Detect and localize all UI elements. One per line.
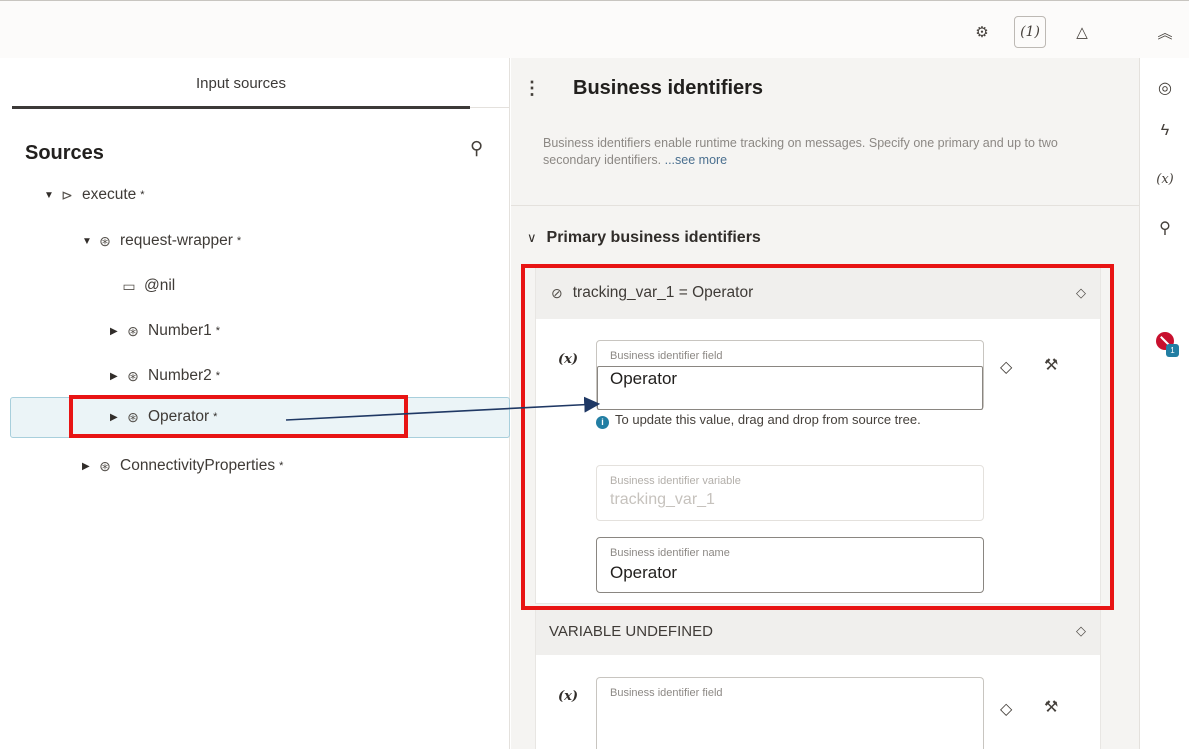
caret-down-icon[interactable]: ▼ (82, 236, 96, 247)
tree-node-label: execute (82, 186, 137, 203)
sources-title: Sources (25, 142, 104, 164)
panel-title: Business identifiers (573, 77, 764, 99)
top-toolbar: ⚙ (1) △ ︽ (0, 0, 1189, 58)
see-more-link[interactable]: ...see more (665, 153, 728, 167)
variables-rail-button[interactable]: (x) (1154, 172, 1176, 187)
kebab-menu-icon[interactable]: ⋮ (523, 78, 541, 99)
annotation-box-operator (69, 395, 408, 438)
tree-node-connectivityproperties[interactable]: ▶ ⊛ ConnectivityProperties * (82, 446, 283, 486)
caret-right-icon[interactable]: ▶ (82, 461, 96, 472)
tab-divider (470, 107, 510, 108)
count-badge: 1 (1166, 344, 1179, 357)
eraser-icon[interactable]: ◇ (1000, 699, 1012, 719)
tree-node-label: @nil (144, 277, 176, 294)
required-marker: * (140, 189, 145, 201)
required-marker: * (236, 235, 242, 247)
element-icon: ⊛ (99, 232, 111, 249)
variables-button[interactable]: (1) (1014, 16, 1046, 48)
description-text: Business identifiers enable runtime trac… (543, 136, 1058, 167)
business-identifier-field[interactable]: Business identifier field (596, 677, 984, 749)
caret-down-icon[interactable]: ▼ (44, 190, 58, 201)
caret-right-icon[interactable]: ▶ (110, 326, 124, 337)
tree-node-nil[interactable]: ▭ @nil (120, 266, 175, 306)
tree-node-label: request-wrapper (120, 232, 233, 249)
required-marker: * (279, 460, 284, 472)
lightning-icon[interactable]: ϟ (1154, 122, 1176, 140)
right-icon-rail: ◎ ϟ (x) ⚲ 1 (1139, 58, 1189, 749)
element-icon: ⊛ (127, 322, 139, 339)
tree-node-label: Number2 (148, 367, 212, 384)
element-icon: ⊛ (99, 457, 111, 474)
chevron-down-icon[interactable]: ∨ (527, 230, 537, 246)
caret-right-icon[interactable]: ▶ (110, 371, 124, 382)
card-header[interactable]: VARIABLE UNDEFINED ◇ (536, 607, 1100, 655)
required-marker: * (215, 325, 221, 337)
tree-node-label: ConnectivityProperties (120, 457, 276, 474)
double-chevron-up-icon[interactable]: ︽ (1149, 16, 1181, 48)
card-header-label: VARIABLE UNDEFINED (549, 622, 713, 640)
search-icon[interactable]: ⚲ (470, 138, 483, 159)
divider (511, 205, 1139, 206)
tree-node-label: Number1 (148, 322, 212, 339)
panel-description: Business identifiers enable runtime trac… (543, 135, 1063, 169)
eraser-icon[interactable]: ◇ (1076, 623, 1086, 639)
target-icon[interactable]: ◎ (1154, 78, 1176, 98)
element-icon: ⊛ (127, 367, 139, 384)
tree-node-number1[interactable]: ▶ ⊛ Number1 * (110, 311, 220, 351)
search-icon[interactable]: ⚲ (1154, 218, 1176, 238)
tree-node-execute[interactable]: ▼ ⊳ execute * (44, 175, 145, 215)
identifier-card-2: VARIABLE UNDEFINED ◇ (x) Business identi… (535, 606, 1101, 749)
tree-node-number2[interactable]: ▶ ⊛ Number2 * (110, 356, 220, 396)
fx-label: (x) (558, 689, 579, 704)
gear-icon[interactable]: ⚙ (966, 16, 998, 48)
operation-icon: ⊳ (61, 186, 73, 203)
annotation-box-identifier (521, 264, 1114, 610)
warning-triangle-icon[interactable]: △ (1066, 16, 1098, 48)
section-primary-identifiers[interactable]: ∨ Primary business identifiers (527, 229, 761, 247)
attribute-icon: ▭ (122, 277, 136, 294)
required-marker: * (215, 370, 221, 382)
section-title: Primary business identifiers (546, 229, 761, 246)
tree-node-request-wrapper[interactable]: ▼ ⊛ request-wrapper * (82, 221, 241, 261)
tab-input-sources[interactable]: Input sources (12, 58, 470, 109)
mapper-tools-icon[interactable]: ⚒ (1044, 697, 1058, 717)
field-label: Business identifier field (610, 687, 723, 699)
